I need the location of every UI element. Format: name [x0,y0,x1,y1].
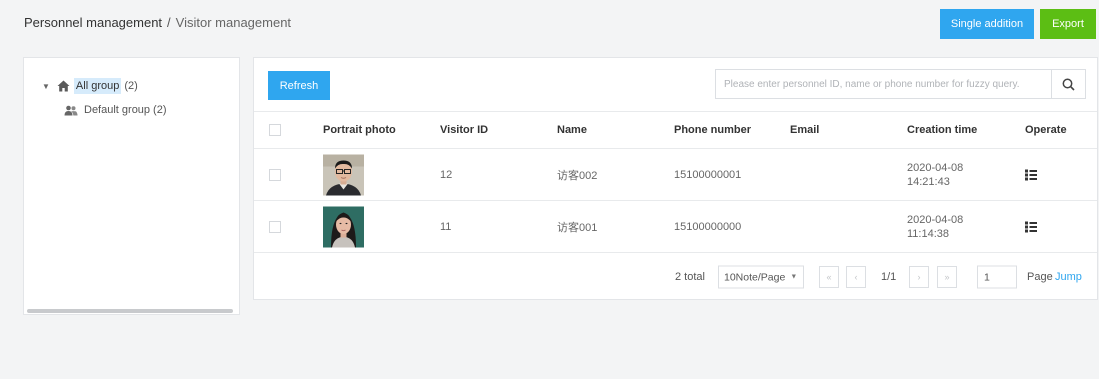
jump-page-input[interactable]: 1 [977,265,1017,289]
portrait-photo-image [323,154,364,195]
total-count: 2 total [675,271,705,283]
creation-date: 2020-04-08 [907,213,964,226]
header-email: Email [790,124,820,136]
table-row: 11 访客001 15100000000 2020-04-08 11:14:38 [254,201,1097,253]
row-checkbox[interactable] [269,220,281,233]
table-header-row: Portrait photo Visitor ID Name Phone num… [254,111,1097,149]
search-input[interactable] [716,70,1051,98]
cell-visitor-id: 11 [440,220,452,233]
header-name: Name [557,124,587,136]
breadcrumb: Personnel management / Visitor management [24,15,291,30]
search-icon [1062,78,1075,91]
operate-button[interactable] [1025,169,1037,180]
pagination: 2 total 10Note/Page ▼ « ‹ 1/1 › » 1 Page… [254,255,1097,299]
tree-node-default-group[interactable]: Default group (2) [64,104,167,116]
tree-child-count: (2) [153,104,167,116]
row-checkbox[interactable] [269,168,281,181]
group-icon [64,105,78,115]
cell-phone: 15100000000 [674,220,742,233]
tree-node-all-group[interactable]: ▼ All group (2) [42,78,138,94]
group-tree-panel: ▼ All group (2) Default group (2) [23,57,240,315]
last-page-button[interactable]: » [937,266,957,288]
header-creation-time: Creation time [907,124,978,136]
portrait-photo [323,154,364,195]
operate-list-icon [1025,221,1037,232]
operate-button[interactable] [1025,221,1037,232]
search-box [715,69,1086,99]
breadcrumb-current: Visitor management [175,15,292,30]
cell-creation-time: 2020-04-08 14:21:43 [907,161,963,189]
visitor-list-panel: Refresh Portrait photo Visitor ID Name P… [253,57,1098,300]
header-operate: Operate [1025,124,1067,136]
header-visitor-id: Visitor ID [440,124,489,136]
breadcrumb-parent[interactable]: Personnel management [24,15,162,30]
refresh-button[interactable]: Refresh [268,71,330,100]
portrait-photo-image [323,206,364,247]
next-page-button[interactable]: › [909,266,929,288]
select-all-checkbox[interactable] [269,124,281,136]
tree-child-label[interactable]: Default group [84,104,150,116]
caret-down-icon[interactable]: ▼ [42,82,50,91]
creation-clock: 14:21:43 [907,175,950,188]
header-portrait: Portrait photo [323,124,396,136]
cell-phone: 15100000001 [674,168,742,181]
export-button[interactable]: Export [1040,9,1096,39]
page-size-select[interactable]: 10Note/Page ▼ [718,265,804,289]
tree-root-label[interactable]: All group [73,78,122,94]
breadcrumb-separator: / [167,15,171,30]
prev-page-button[interactable]: ‹ [846,266,866,288]
page-size-value: 10Note/Page [724,271,786,283]
header-phone: Phone number [674,124,752,136]
cell-creation-time: 2020-04-08 11:14:38 [907,213,963,241]
visitor-table: Portrait photo Visitor ID Name Phone num… [254,111,1097,253]
creation-clock: 11:14:38 [907,227,950,240]
cell-visitor-id: 12 [440,168,453,181]
horizontal-scrollbar[interactable] [27,309,233,313]
search-button[interactable] [1051,70,1085,98]
tree-root-count: (2) [124,80,138,92]
jump-link[interactable]: Jump [1055,271,1082,283]
creation-date: 2020-04-08 [907,161,964,174]
cell-name: 访客001 [557,221,598,234]
page-label: Page [1027,271,1053,283]
caret-down-icon: ▼ [790,273,798,281]
home-icon [57,80,70,92]
first-page-button[interactable]: « [819,266,839,288]
table-row: 12 访客002 15100000001 2020-04-08 14:21:43 [254,149,1097,201]
single-addition-button[interactable]: Single addition [940,9,1034,39]
page-info: 1/1 [881,271,897,283]
operate-list-icon [1025,169,1037,180]
cell-name: 访客002 [557,169,598,182]
portrait-photo [323,206,364,247]
